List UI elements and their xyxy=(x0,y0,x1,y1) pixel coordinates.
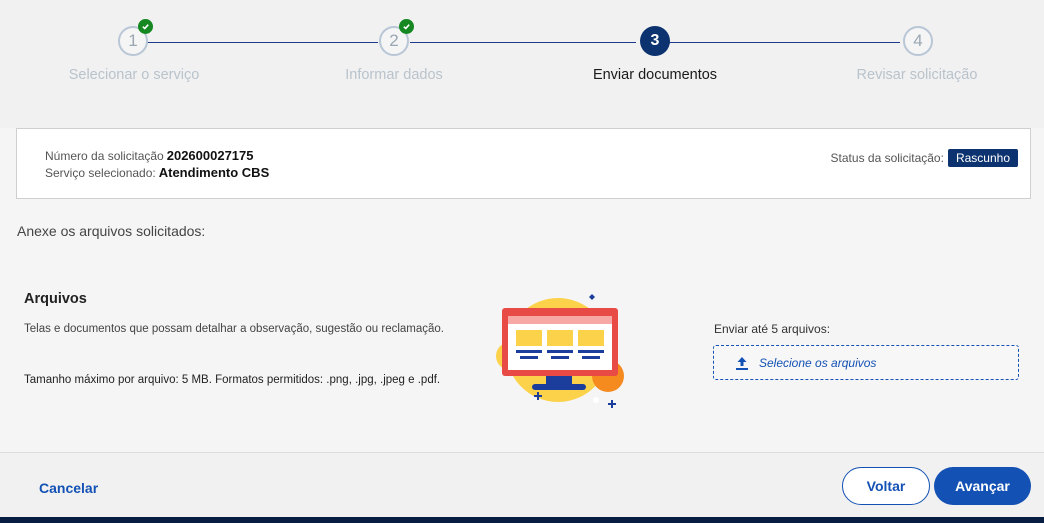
request-number-row: Número da solicitação 202600027175 xyxy=(45,148,254,163)
upload-limit-label: Enviar até 5 arquivos: xyxy=(714,322,831,336)
documents-illustration xyxy=(488,288,633,413)
step-2-label: Informar dados xyxy=(345,67,443,83)
step-2-indicator: 2 xyxy=(379,19,414,56)
stepper-connector xyxy=(668,42,900,43)
service-row: Serviço selecionado: Atendimento CBS xyxy=(45,165,269,180)
step-number: 4 xyxy=(913,31,923,50)
status-badge: Rascunho xyxy=(947,149,1018,167)
status-label: Status da solicitação: xyxy=(830,151,944,165)
request-info-card: Número da solicitação 202600027175 Serviç… xyxy=(16,128,1031,199)
step-3-indicator: 3 xyxy=(640,26,670,56)
step-number: 1 xyxy=(128,31,138,50)
check-icon xyxy=(399,19,414,34)
step-1-indicator: 1 xyxy=(118,19,153,56)
files-limits: Tamanho máximo por arquivo: 5 MB. Format… xyxy=(24,374,441,386)
files-title: Arquivos xyxy=(24,291,87,307)
stepper-connector xyxy=(140,42,378,43)
service-label: Serviço selecionado: xyxy=(45,166,156,180)
step-number: 2 xyxy=(389,31,399,50)
step-4-indicator: 4 xyxy=(903,26,933,56)
progress-stepper: 1 2 3 4 Selecionar o serviço Informar da… xyxy=(0,0,1044,128)
status-row: Status da solicitação: Rascunho xyxy=(831,149,1018,167)
step-4-label: Revisar solicitação xyxy=(856,67,978,83)
request-number-label: Número da solicitação xyxy=(45,149,164,163)
select-files-dropzone[interactable]: Selecione os arquivos xyxy=(713,345,1019,380)
step-3-label: Enviar documentos xyxy=(592,67,718,83)
service-value: Atendimento CBS xyxy=(158,165,270,180)
next-button[interactable]: Avançar xyxy=(934,467,1031,505)
files-description: Telas e documentos que possam detalhar a… xyxy=(24,323,445,335)
instructions-text: Anexe os arquivos solicitados: xyxy=(17,223,206,239)
check-icon xyxy=(138,19,153,34)
upload-icon xyxy=(734,355,750,371)
cancel-button[interactable]: Cancelar xyxy=(39,480,98,496)
back-button[interactable]: Voltar xyxy=(842,467,930,505)
step-1-label: Selecionar o serviço xyxy=(68,67,200,83)
request-number-value: 202600027175 xyxy=(166,148,254,163)
stepper-connector xyxy=(410,42,636,43)
step-number: 3 xyxy=(650,32,660,49)
bottom-strip xyxy=(0,517,1044,523)
select-files-label: Selecione os arquivos xyxy=(759,355,877,370)
